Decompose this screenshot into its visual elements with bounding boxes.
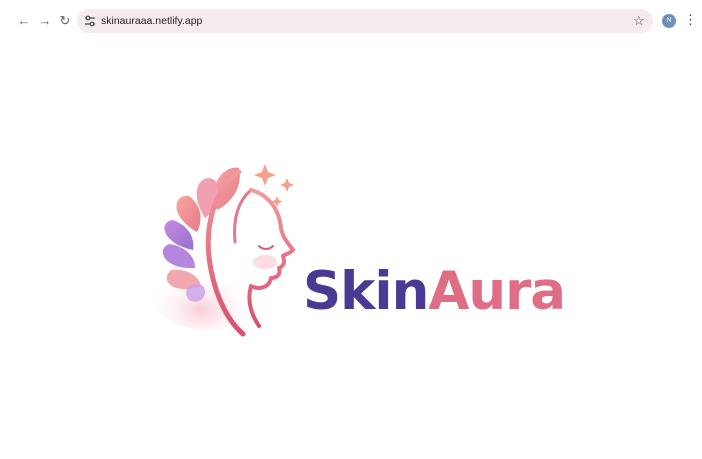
page-content: SkinAura	[0, 42, 702, 459]
skinaura-logo-icon	[149, 164, 295, 337]
reload-icon[interactable]: ↻	[57, 13, 73, 29]
brand-wordmark: SkinAura	[303, 261, 566, 322]
url-text[interactable]: skinauraaa.netlify.app	[101, 14, 202, 28]
address-bar[interactable]: skinauraaa.netlify.app ☆	[77, 9, 653, 33]
bookmark-star-icon[interactable]: ☆	[633, 12, 645, 30]
profile-avatar[interactable]: N	[662, 14, 676, 28]
site-settings-icon[interactable]	[83, 14, 97, 28]
forward-arrow-icon[interactable]: →	[37, 13, 53, 29]
brand-part-aura: Aura	[428, 261, 566, 322]
brand-part-skin: Skin	[303, 261, 429, 322]
browser-toolbar: ← → ↻ skinauraaa.netlify.app ☆ N ⋮	[0, 0, 702, 42]
back-arrow-icon[interactable]: ←	[16, 13, 32, 29]
menu-dots-icon[interactable]: ⋮	[684, 12, 697, 28]
